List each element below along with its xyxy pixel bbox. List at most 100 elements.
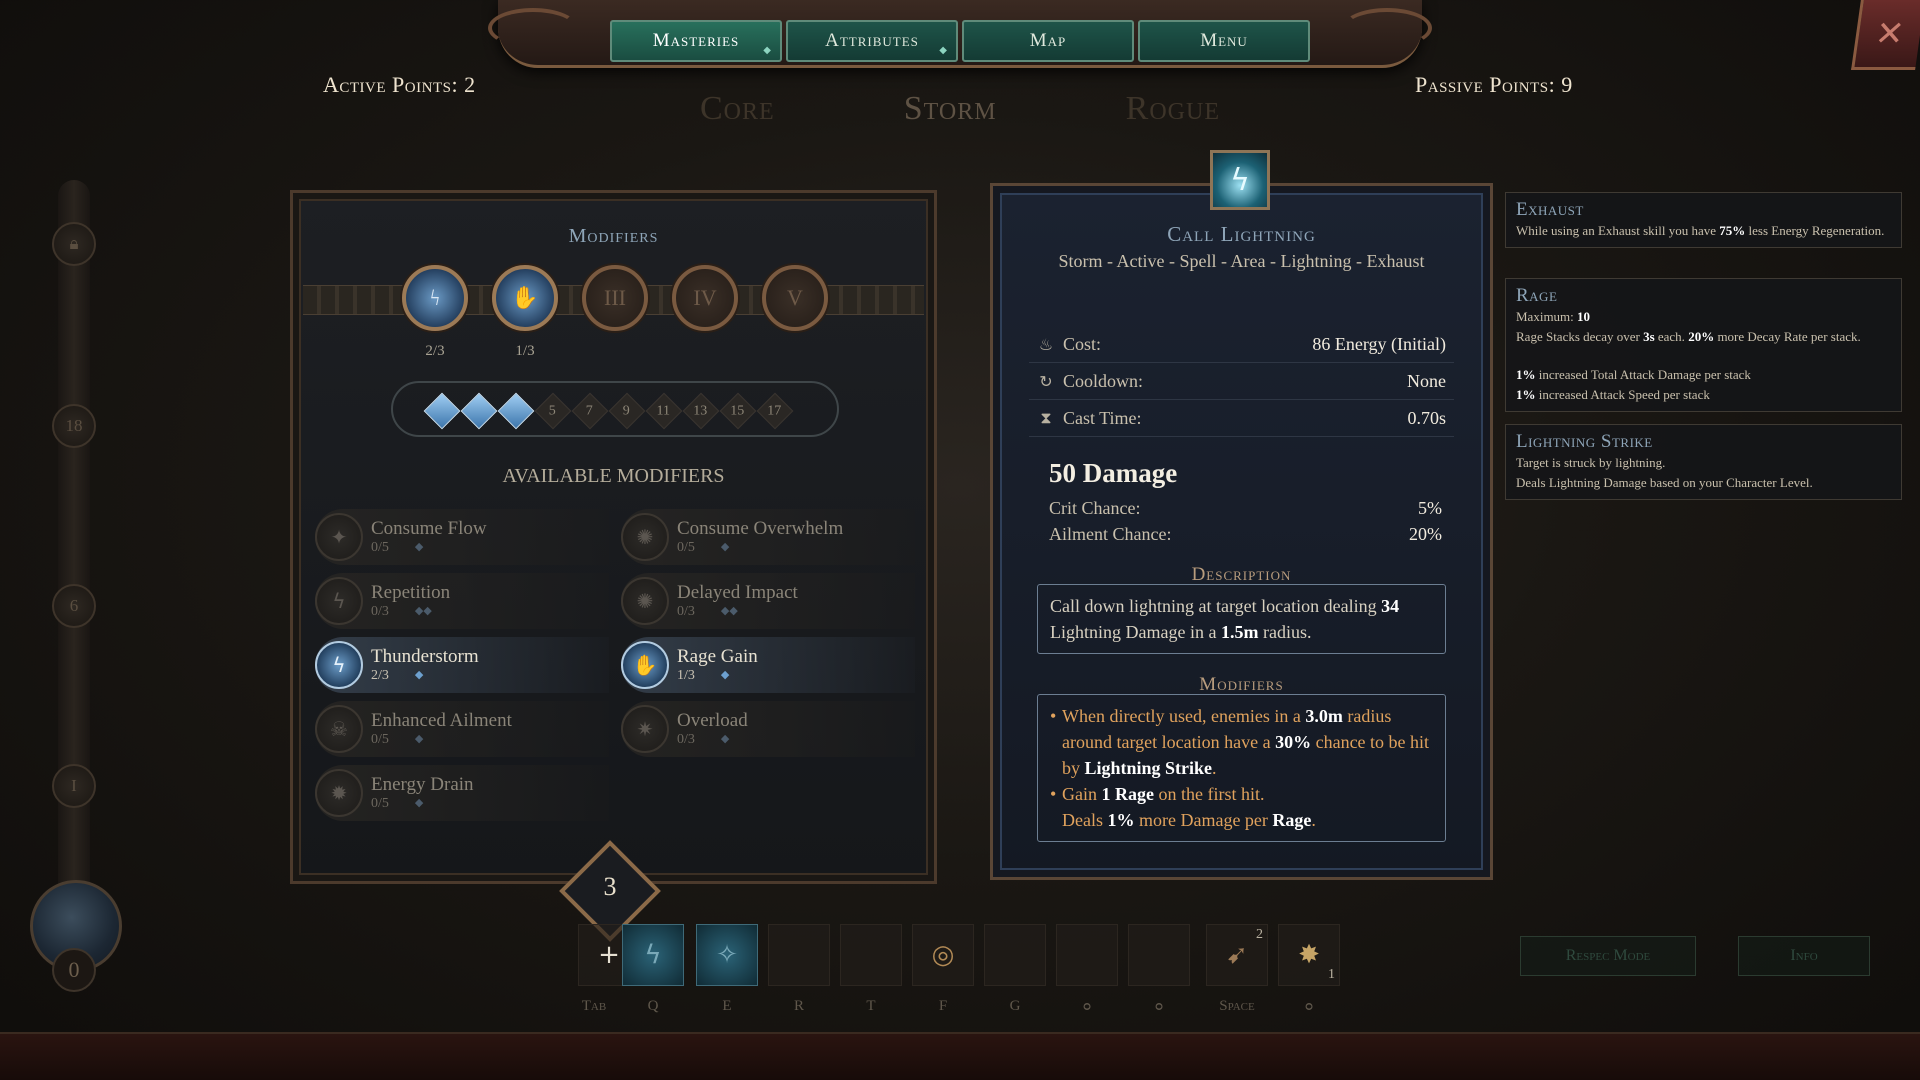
tooltip-exhaust: Exhaust While using an Exhaust skill you… xyxy=(1505,192,1902,248)
key-label: R xyxy=(793,998,804,1014)
modifier-enhanced-ailment[interactable]: ☠ Enhanced Ailment 0/5 ◆ xyxy=(315,701,609,757)
medal-slot-3[interactable]: III xyxy=(582,265,648,331)
tab-rogue[interactable]: Rogue xyxy=(1126,90,1220,128)
modifier-consume-flow[interactable]: ✦ Consume Flow 0/5 ◆ xyxy=(315,509,609,565)
key-label: T xyxy=(866,998,876,1014)
modifier-rage-gain[interactable]: ✋ Rage Gain 1/3 ◆ xyxy=(621,637,915,693)
tooltip-title: Rage xyxy=(1516,285,1558,306)
skill-tags: Storm - Active - Spell - Area - Lightnin… xyxy=(1058,251,1425,271)
medal-slot-5[interactable]: V xyxy=(762,265,828,331)
stat-cast-time: ⧗ Cast Time: 0.70s xyxy=(1029,400,1454,437)
modifier-name: Consume Overwhelm xyxy=(677,518,844,539)
call-lightning-icon: ϟ xyxy=(644,940,662,970)
medal-thunderstorm[interactable]: ϟ xyxy=(402,265,468,331)
stat-value: 5% xyxy=(1418,498,1442,518)
hotbar-slot-mouse-right[interactable] xyxy=(1128,924,1190,986)
hotbar-slot-space[interactable]: ➹ 2 xyxy=(1206,924,1268,986)
tooltip-text: Maximum: 10 xyxy=(1516,309,1591,324)
modifier-energy-drain[interactable]: ✹ Energy Drain 0/5 ◆ xyxy=(315,765,609,821)
key-label: G xyxy=(1009,998,1021,1014)
modifier-delayed-impact[interactable]: ✺ Delayed Impact 0/3 ◆◆ xyxy=(621,573,915,629)
modifier-effect: Gain 1 Rage on the first hit.Deals 1% mo… xyxy=(1050,781,1433,833)
hotbar-slot-t[interactable] xyxy=(840,924,902,986)
tooltip-text: 1% increased Total Attack Damage per sta… xyxy=(1516,367,1751,382)
hotbar-slot-g[interactable] xyxy=(984,924,1046,986)
tooltip-rage: Rage Maximum: 10 Rage Stacks decay over … xyxy=(1505,278,1902,412)
tooltip-text: While using an Exhaust skill you have 75… xyxy=(1516,223,1885,238)
respec-mode-button[interactable]: Respec Mode xyxy=(1520,936,1696,976)
tab-core[interactable]: Core xyxy=(700,90,775,128)
modifier-name: Consume Flow xyxy=(371,518,487,539)
bottom-frame xyxy=(0,1032,1920,1080)
stat-value: 86 Energy (Initial) xyxy=(1312,333,1446,354)
hotbar-slot-q[interactable]: ϟ xyxy=(622,924,684,986)
tab-label: Menu xyxy=(1200,30,1248,51)
close-button[interactable]: ✕ xyxy=(1851,0,1920,70)
tab-storm[interactable]: Storm xyxy=(904,90,997,128)
slot-number: 2 xyxy=(1256,927,1263,942)
modifier-thunderstorm[interactable]: ϟ Thunderstorm 2/3 ◆ xyxy=(315,637,609,693)
key-label: Tab xyxy=(581,998,607,1014)
stat-label: Cooldown: xyxy=(1063,370,1144,391)
consume-flow-icon: ✦ xyxy=(315,513,363,561)
stat-value: None xyxy=(1407,370,1446,391)
tab-masteries[interactable]: Masteries ◆ xyxy=(610,20,782,62)
modifier-overload[interactable]: ✷ Overload 0/3 ◆ xyxy=(621,701,915,757)
ornament-scroll-left xyxy=(488,8,578,48)
storm-feather-icon: ✧ xyxy=(716,940,738,970)
thunderstorm-icon: ϟ xyxy=(315,641,363,689)
modifier-points-value: 3 xyxy=(603,872,617,901)
active-points: Active Points: 2 xyxy=(323,72,476,98)
modifier-name: Thunderstorm xyxy=(371,646,479,667)
stat-cooldown: ↻ Cooldown: None xyxy=(1029,363,1454,400)
medal-rage-gain[interactable]: ✋ xyxy=(492,265,558,331)
diamond-icon: ◆◆ xyxy=(720,604,738,617)
panel-title: Modifiers xyxy=(568,225,659,247)
tooltip-text: Rage Stacks decay over 3s each. 20% more… xyxy=(1516,329,1861,344)
tooltip-lightning-strike: Lightning Strike Target is struck by lig… xyxy=(1505,424,1902,500)
tab-attributes[interactable]: Attributes ◆ xyxy=(786,20,958,62)
rage-gain-icon: ✋ xyxy=(621,641,669,689)
modifier-name: Repetition xyxy=(371,582,451,603)
diamond-icon: ◆ xyxy=(414,796,424,809)
mouse-icon: ⚪︎ xyxy=(1302,1000,1316,1016)
rail-node-6: 6 xyxy=(52,584,96,628)
description-title: Description xyxy=(1191,564,1292,585)
diamond-icon: ◆◆ xyxy=(414,604,432,617)
mouse-icon: ⚪︎ xyxy=(1152,1000,1166,1016)
diamond-icon: ◆ xyxy=(414,668,424,681)
notification-dot-icon: ◆ xyxy=(939,45,948,56)
repetition-icon: ϟ xyxy=(315,577,363,625)
tab-label: Attributes xyxy=(825,30,919,51)
stat-label: Ailment Chance: xyxy=(1049,524,1172,544)
modifier-name: Delayed Impact xyxy=(677,582,798,603)
tab-menu[interactable]: Menu xyxy=(1138,20,1310,62)
medal-slot-4[interactable]: IV xyxy=(672,265,738,331)
skill-sub-stats: Crit Chance: 5% Ailment Chance: 20% xyxy=(1049,498,1442,550)
modifier-repetition[interactable]: ϟ Repetition 0/3 ◆◆ xyxy=(315,573,609,629)
active-points-label: Active Points: xyxy=(323,72,459,97)
passive-points-label: Passive Points: xyxy=(1415,72,1556,97)
modifier-consume-overwhelm[interactable]: ✺ Consume Overwhelm 0/5 ◆ xyxy=(621,509,915,565)
ornament-scroll-right xyxy=(1342,8,1432,48)
modifier-count: 0/5 xyxy=(371,732,389,747)
diamond-icon: ◆ xyxy=(720,732,730,745)
thunderstorm-icon: ϟ xyxy=(430,285,440,310)
modifier-count: 0/5 xyxy=(371,796,389,811)
delayed-impact-icon: ✺ xyxy=(621,577,669,625)
info-button[interactable]: Info xyxy=(1738,936,1870,976)
hotbar-slot-e[interactable]: ✧ xyxy=(696,924,758,986)
hotbar-slot-r[interactable] xyxy=(768,924,830,986)
tab-map[interactable]: Map xyxy=(962,20,1134,62)
skill-title: Call Lightning xyxy=(1167,222,1316,246)
skill-stats: ♨ Cost: 86 Energy (Initial) ↻ Cooldown: No… xyxy=(1029,326,1454,437)
key-label: E xyxy=(722,998,732,1014)
key-label: Q xyxy=(647,998,659,1014)
hotbar-slot-f[interactable]: ◎ xyxy=(912,924,974,986)
tooltip-title: Lightning Strike xyxy=(1516,431,1653,452)
hotbar-slot-mouse-left[interactable] xyxy=(1056,924,1118,986)
stat-label: Cast Time: xyxy=(1063,407,1142,428)
hotbar-slot-mouse-middle[interactable]: ✸ 1 xyxy=(1278,924,1340,986)
available-modifiers-title: AVAILABLE MODIFIERS xyxy=(502,465,725,487)
modifier-count: 1/3 xyxy=(677,668,695,683)
